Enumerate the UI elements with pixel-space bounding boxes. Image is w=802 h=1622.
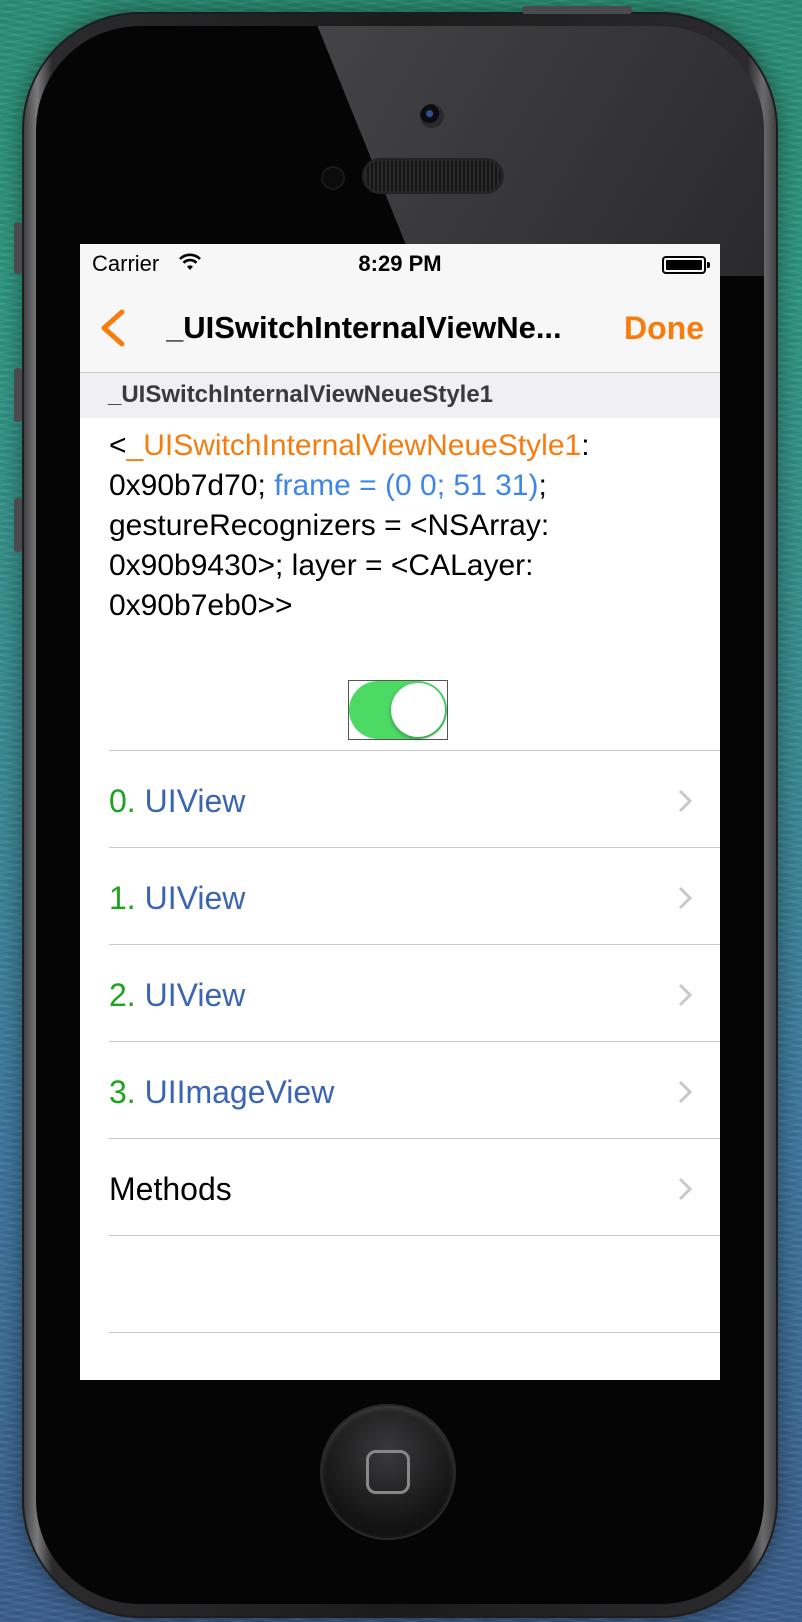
view-description: <_UISwitchInternalViewNeueStyle1: 0x90b7d… (109, 426, 699, 626)
mute-switch (14, 222, 22, 274)
volume-up-button (14, 368, 22, 422)
desc-prefix: < (109, 429, 127, 462)
subview-row-label: 0. UIView (109, 783, 245, 820)
desc-frame: frame = (0 0; 51 31) (274, 469, 539, 502)
chevron-right-icon (678, 886, 692, 910)
row-index: 3. (109, 1074, 136, 1110)
desc-colon: : (581, 429, 590, 462)
home-square-icon (366, 1450, 410, 1494)
empty-row (109, 1332, 720, 1380)
row-index: 2. (109, 977, 136, 1013)
subview-row-label: 3. UIImageView (109, 1074, 334, 1111)
subview-row-label: 1. UIView (109, 880, 245, 917)
methods-row[interactable]: Methods (109, 1138, 720, 1238)
back-chevron-icon[interactable] (94, 306, 134, 350)
home-button[interactable] (322, 1406, 454, 1538)
front-camera (420, 104, 444, 128)
done-button[interactable]: Done (624, 310, 704, 347)
subview-row[interactable]: 1. UIView (109, 847, 720, 947)
desc-address: 0x90b7d70; (109, 469, 266, 502)
desc-semicolon: ; (538, 469, 547, 502)
section-header-label: _UISwitchInternalViewNeueStyle1 (108, 381, 494, 408)
row-class-name: UIView (144, 783, 246, 819)
chevron-right-icon (678, 1177, 692, 1201)
row-class-name: UIView (144, 977, 246, 1013)
preview-switch[interactable] (349, 681, 447, 739)
switch-knob (391, 683, 445, 737)
chevron-right-icon (678, 789, 692, 813)
earpiece-speaker (365, 161, 501, 191)
subview-row[interactable]: 3. UIImageView (109, 1041, 720, 1141)
battery-icon (662, 256, 710, 274)
view-preview-frame (348, 680, 448, 740)
subview-row[interactable]: 0. UIView (109, 750, 720, 850)
volume-down-button (14, 498, 22, 552)
chevron-right-icon (678, 1080, 692, 1104)
row-class-name: UIView (144, 880, 246, 916)
proximity-sensor (323, 168, 343, 188)
subview-row[interactable]: 2. UIView (109, 944, 720, 1044)
row-index: 1. (109, 880, 136, 916)
navigation-bar: _UISwitchInternalViewNe... Done (80, 284, 720, 373)
page-title: _UISwitchInternalViewNe... (166, 310, 562, 345)
desc-class-name: _UISwitchInternalViewNeueStyle1 (126, 429, 582, 462)
app-screen: Carrier 8:29 PM _UISwitchInternalViewNe.… (80, 244, 720, 1380)
screen-glare (313, 26, 764, 276)
subview-row-label: 2. UIView (109, 977, 245, 1014)
section-header: _UISwitchInternalViewNeueStyle1 (80, 373, 720, 418)
row-index: 0. (109, 783, 136, 819)
methods-label: Methods (109, 1171, 232, 1207)
row-class-name: UIImageView (144, 1074, 335, 1110)
power-button (522, 6, 632, 14)
status-bar: Carrier 8:29 PM (80, 244, 720, 284)
empty-row (109, 1235, 720, 1335)
desc-rest: gestureRecognizers = <NSArray: 0x90b9430… (109, 509, 550, 622)
chevron-right-icon (678, 983, 692, 1007)
clock-time: 8:29 PM (358, 251, 442, 276)
